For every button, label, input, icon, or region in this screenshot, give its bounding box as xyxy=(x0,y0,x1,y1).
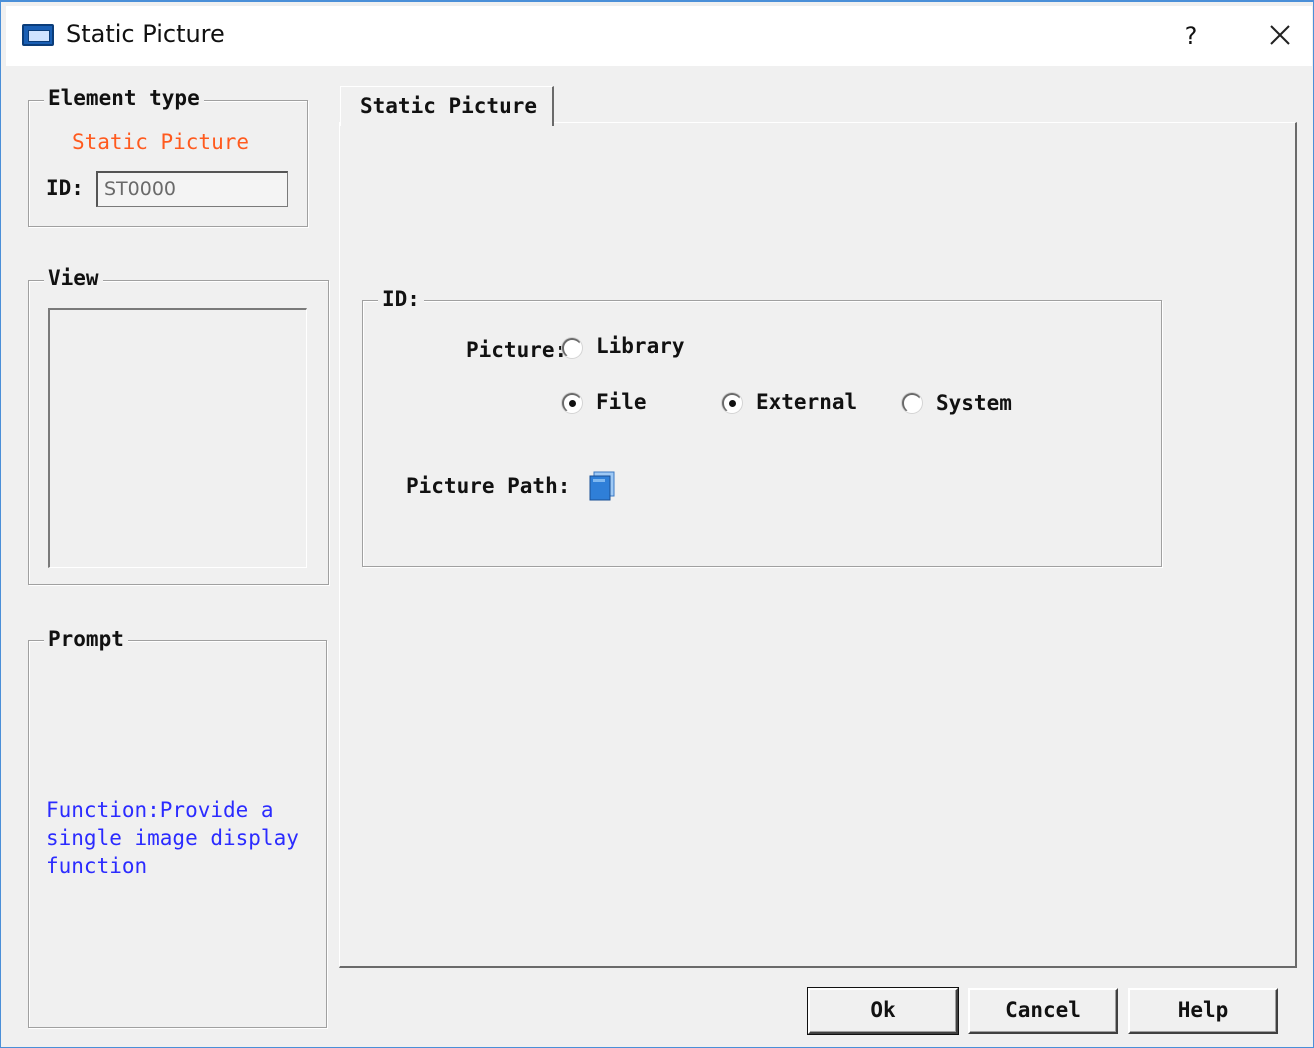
prompt-text: Function:Provide a single image display … xyxy=(46,798,299,878)
external-radio-label[interactable]: External xyxy=(756,390,857,414)
close-button[interactable] xyxy=(1262,16,1298,54)
cancel-button[interactable]: Cancel xyxy=(968,988,1118,1034)
close-icon xyxy=(1270,25,1290,45)
help-question-button[interactable]: ? xyxy=(1176,18,1206,54)
element-type-legend: Element type xyxy=(44,86,204,110)
file-radio[interactable] xyxy=(562,393,582,413)
element-type-value: Static Picture xyxy=(72,130,250,154)
help-button[interactable]: Help xyxy=(1128,988,1278,1034)
picture-label: Picture: xyxy=(466,338,568,362)
view-preview-box xyxy=(48,308,307,568)
id-label: ID: xyxy=(46,176,84,200)
view-legend: View xyxy=(44,266,103,290)
picture-path-label: Picture Path: xyxy=(406,474,571,498)
picture-id-legend: ID: xyxy=(378,287,424,311)
tab-label: Static Picture xyxy=(360,94,538,118)
element-type-group xyxy=(28,100,308,227)
file-radio-label[interactable]: File xyxy=(596,390,647,414)
library-radio-label[interactable]: Library xyxy=(596,334,685,358)
library-radio[interactable] xyxy=(562,338,582,358)
system-radio-label[interactable]: System xyxy=(936,391,1012,415)
ok-button[interactable]: Ok xyxy=(808,988,958,1034)
external-radio[interactable] xyxy=(722,393,742,413)
prompt-legend: Prompt xyxy=(44,627,128,651)
system-radio[interactable] xyxy=(902,393,922,413)
app-icon xyxy=(22,24,54,46)
window-title: Static Picture xyxy=(66,20,225,48)
id-field[interactable]: ST0000 xyxy=(96,171,288,207)
folder-icon[interactable] xyxy=(588,470,618,502)
